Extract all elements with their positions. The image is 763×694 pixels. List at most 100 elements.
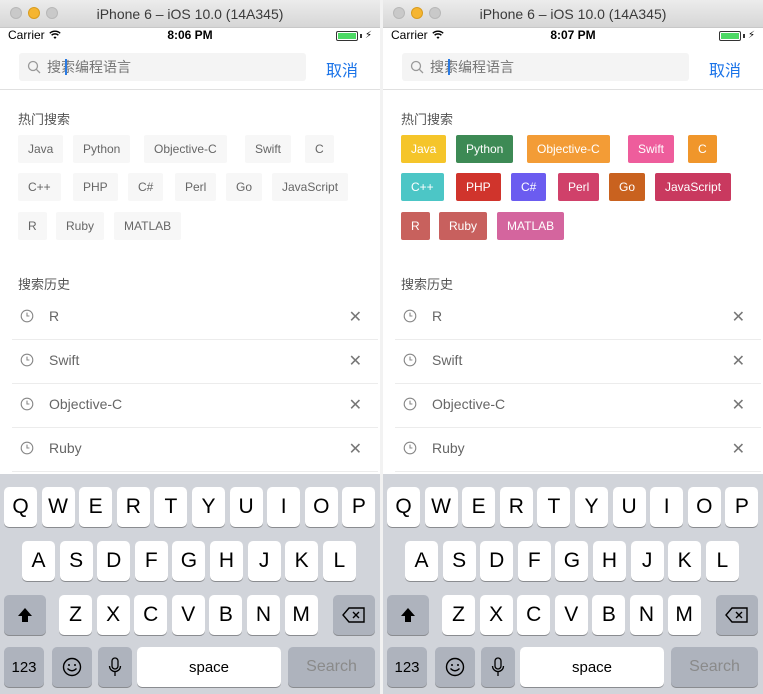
space-key[interactable]: space [520, 647, 664, 687]
key-d[interactable]: D [97, 541, 131, 581]
key-j[interactable]: J [630, 541, 664, 581]
delete-history-icon[interactable]: ✕ [732, 439, 745, 459]
microphone-key[interactable] [98, 647, 132, 687]
hot-tag[interactable]: Python [73, 135, 131, 163]
hot-tag[interactable]: Ruby [439, 212, 488, 240]
key-n[interactable]: N [630, 595, 663, 635]
key-m[interactable]: M [284, 595, 318, 635]
hot-tag[interactable]: Ruby [56, 212, 105, 240]
hot-tag[interactable]: PHP [73, 173, 118, 201]
key-b[interactable]: B [592, 595, 626, 635]
key-p[interactable]: P [725, 487, 759, 527]
key-k[interactable]: K [668, 541, 702, 581]
emoji-key[interactable] [52, 647, 92, 687]
key-v[interactable]: V [554, 595, 588, 635]
hot-tag[interactable]: MATLAB [114, 212, 182, 240]
hot-tag[interactable]: JavaScript [272, 173, 349, 201]
delete-history-icon[interactable]: ✕ [349, 351, 362, 371]
hot-tag[interactable]: C# [511, 173, 547, 201]
hot-tag[interactable]: C [305, 135, 334, 163]
hot-tag[interactable]: PHP [456, 173, 501, 201]
delete-history-icon[interactable]: ✕ [349, 395, 362, 415]
key-t[interactable]: T [154, 487, 188, 527]
search-field[interactable] [19, 53, 306, 81]
key-b[interactable]: B [209, 595, 243, 635]
key-u[interactable]: U [229, 487, 263, 527]
history-item[interactable]: Swift ✕ [12, 340, 378, 384]
key-s[interactable]: S [442, 541, 476, 581]
hot-tag[interactable]: Swift [245, 135, 292, 163]
hot-tag[interactable]: Perl [558, 173, 600, 201]
key-e[interactable]: E [79, 487, 113, 527]
history-item[interactable]: R ✕ [12, 296, 378, 340]
hot-tag[interactable]: R [18, 212, 47, 240]
search-key[interactable]: Search [671, 647, 758, 687]
key-x[interactable]: X [96, 595, 130, 635]
history-item[interactable]: Objective-C ✕ [395, 384, 761, 428]
key-k[interactable]: K [285, 541, 319, 581]
key-q[interactable]: Q [4, 487, 37, 527]
numbers-key[interactable]: 123 [387, 647, 427, 687]
key-z[interactable]: Z [59, 595, 92, 635]
delete-history-icon[interactable]: ✕ [349, 307, 362, 327]
key-u[interactable]: U [612, 487, 646, 527]
hot-tag[interactable]: JavaScript [655, 173, 732, 201]
hot-tag[interactable]: Go [609, 173, 646, 201]
key-c[interactable]: C [517, 595, 551, 635]
shift-key[interactable] [4, 595, 46, 635]
hot-tag[interactable]: C# [128, 173, 164, 201]
key-a[interactable]: A [22, 541, 55, 581]
key-z[interactable]: Z [442, 595, 475, 635]
key-v[interactable]: V [171, 595, 205, 635]
hot-tag[interactable]: Swift [628, 135, 675, 163]
search-input[interactable] [47, 59, 287, 75]
key-m[interactable]: M [667, 595, 701, 635]
key-o[interactable]: O [687, 487, 721, 527]
history-item[interactable]: Ruby ✕ [395, 428, 761, 472]
key-h[interactable]: H [210, 541, 243, 581]
cancel-button[interactable]: 取消 [709, 57, 741, 81]
hot-tag[interactable]: Perl [175, 173, 217, 201]
numbers-key[interactable]: 123 [4, 647, 44, 687]
key-q[interactable]: Q [387, 487, 420, 527]
delete-history-icon[interactable]: ✕ [732, 351, 745, 371]
key-o[interactable]: O [304, 487, 338, 527]
key-s[interactable]: S [59, 541, 93, 581]
key-g[interactable]: G [555, 541, 589, 581]
key-c[interactable]: C [134, 595, 168, 635]
key-w[interactable]: W [424, 487, 458, 527]
key-l[interactable]: L [705, 541, 739, 581]
key-n[interactable]: N [247, 595, 280, 635]
delete-history-icon[interactable]: ✕ [732, 395, 745, 415]
key-a[interactable]: A [405, 541, 438, 581]
microphone-key[interactable] [481, 647, 515, 687]
search-key[interactable]: Search [288, 647, 375, 687]
hot-tag[interactable]: C [688, 135, 717, 163]
hot-tag[interactable]: Objective-C [527, 135, 610, 163]
key-j[interactable]: J [247, 541, 281, 581]
key-h[interactable]: H [593, 541, 626, 581]
delete-history-icon[interactable]: ✕ [732, 307, 745, 327]
history-item[interactable]: Ruby ✕ [12, 428, 378, 472]
key-f[interactable]: F [134, 541, 168, 581]
delete-history-icon[interactable]: ✕ [349, 439, 362, 459]
hot-tag[interactable]: Go [226, 173, 263, 201]
key-r[interactable]: R [499, 487, 533, 527]
shift-key[interactable] [387, 595, 429, 635]
hot-tag[interactable]: Java [401, 135, 447, 163]
key-p[interactable]: P [342, 487, 376, 527]
backspace-key[interactable] [333, 595, 375, 635]
key-x[interactable]: X [479, 595, 513, 635]
hot-tag[interactable]: R [401, 212, 430, 240]
search-input[interactable] [430, 59, 670, 75]
key-y[interactable]: Y [575, 487, 608, 527]
key-i[interactable]: I [650, 487, 684, 527]
key-w[interactable]: W [41, 487, 75, 527]
search-field[interactable] [402, 53, 689, 81]
key-e[interactable]: E [462, 487, 496, 527]
history-item[interactable]: Objective-C ✕ [12, 384, 378, 428]
cancel-button[interactable]: 取消 [326, 57, 358, 81]
key-t[interactable]: T [537, 487, 571, 527]
key-i[interactable]: I [267, 487, 301, 527]
history-item[interactable]: R ✕ [395, 296, 761, 340]
